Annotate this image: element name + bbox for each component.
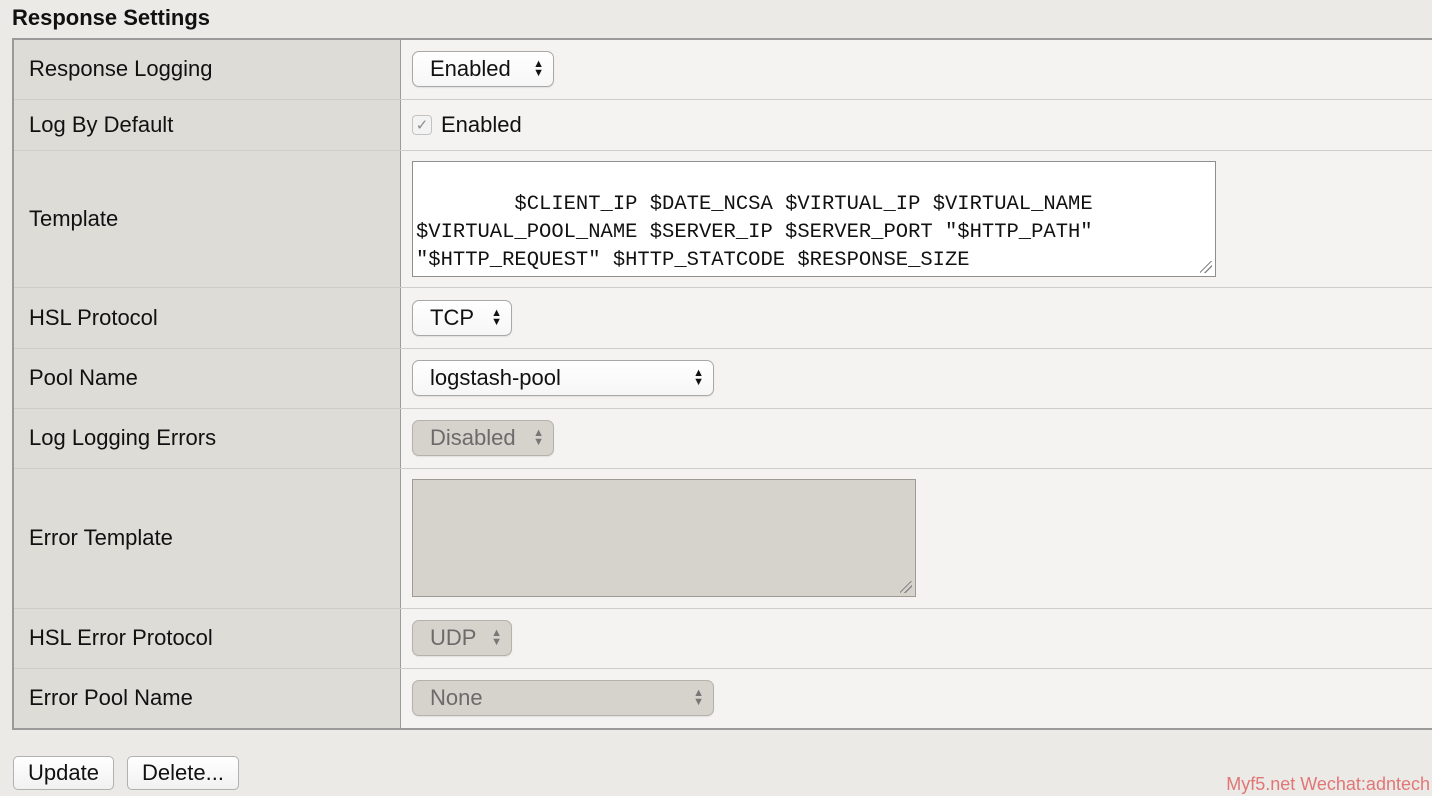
row-hsl-error-protocol: HSL Error Protocol UDP ▲ ▼ <box>13 608 1432 669</box>
hsl-protocol-value: TCP <box>430 304 474 330</box>
label-log-logging-errors: Log Logging Errors <box>13 408 401 469</box>
label-template: Template <box>13 150 401 288</box>
pool-name-value: logstash-pool <box>430 365 561 390</box>
response-logging-select[interactable]: Enabled ▲ ▼ <box>412 51 554 88</box>
response-logging-value: Enabled <box>430 56 511 82</box>
up-down-arrows-icon: ▲ ▼ <box>533 58 544 80</box>
up-down-arrows-icon: ▲ ▼ <box>693 687 704 709</box>
up-down-arrows-icon: ▲ ▼ <box>491 627 502 648</box>
log-by-default-checkbox-label: Enabled <box>441 111 522 137</box>
row-error-pool-name: Error Pool Name None ▲ ▼ <box>13 668 1432 729</box>
label-response-logging: Response Logging <box>13 39 401 100</box>
section-title: Response Settings <box>12 5 211 30</box>
delete-button[interactable]: Delete... <box>127 756 239 790</box>
error-pool-name-select: None ▲ ▼ <box>412 680 714 717</box>
template-textarea[interactable]: $CLIENT_IP $DATE_NCSA $VIRTUAL_IP $VIRTU… <box>412 160 1216 277</box>
resize-grip-icon <box>900 581 912 593</box>
template-text: $CLIENT_IP $DATE_NCSA $VIRTUAL_IP $VIRTU… <box>416 192 1093 272</box>
up-down-arrows-icon: ▲ ▼ <box>693 367 704 388</box>
response-settings-table: Response Logging Enabled ▲ ▼ Log By Defau… <box>12 38 1432 730</box>
row-log-logging-errors: Log Logging Errors Disabled ▲ ▼ <box>13 408 1432 469</box>
log-logging-errors-value: Disabled <box>430 425 516 450</box>
label-error-template: Error Template <box>13 468 401 609</box>
row-hsl-protocol: HSL Protocol TCP ▲ ▼ <box>13 287 1432 349</box>
up-down-arrows-icon: ▲ ▼ <box>533 427 544 448</box>
row-pool-name: Pool Name logstash-pool ▲ ▼ <box>13 348 1432 409</box>
up-down-arrows-icon: ▲ ▼ <box>491 306 502 328</box>
row-template: Template $CLIENT_IP $DATE_NCSA $VIRTUAL_… <box>13 150 1432 288</box>
hsl-protocol-select[interactable]: TCP ▲ ▼ <box>412 299 512 336</box>
label-log-by-default: Log By Default <box>13 99 401 151</box>
log-by-default-checkbox[interactable]: ✓ <box>412 114 432 135</box>
resize-grip-icon[interactable] <box>1200 260 1212 273</box>
pool-name-select[interactable]: logstash-pool ▲ ▼ <box>412 360 714 396</box>
checkmark-icon: ✓ <box>415 116 429 134</box>
row-response-logging: Response Logging Enabled ▲ ▼ <box>13 39 1432 100</box>
hsl-error-protocol-select: UDP ▲ ▼ <box>412 620 512 656</box>
row-error-template: Error Template <box>13 468 1432 609</box>
hsl-error-protocol-value: UDP <box>430 625 477 650</box>
label-hsl-protocol: HSL Protocol <box>13 287 401 349</box>
label-hsl-error-protocol: HSL Error Protocol <box>13 608 401 669</box>
update-button[interactable]: Update <box>13 756 114 790</box>
error-pool-name-value: None <box>430 685 483 711</box>
row-log-by-default: Log By Default ✓ Enabled <box>13 99 1432 151</box>
error-template-textarea <box>412 479 916 597</box>
label-error-pool-name: Error Pool Name <box>13 668 401 729</box>
log-logging-errors-select: Disabled ▲ ▼ <box>412 420 554 456</box>
label-pool-name: Pool Name <box>13 348 401 409</box>
watermark: Myf5.net Wechat:adntech <box>1226 774 1430 794</box>
